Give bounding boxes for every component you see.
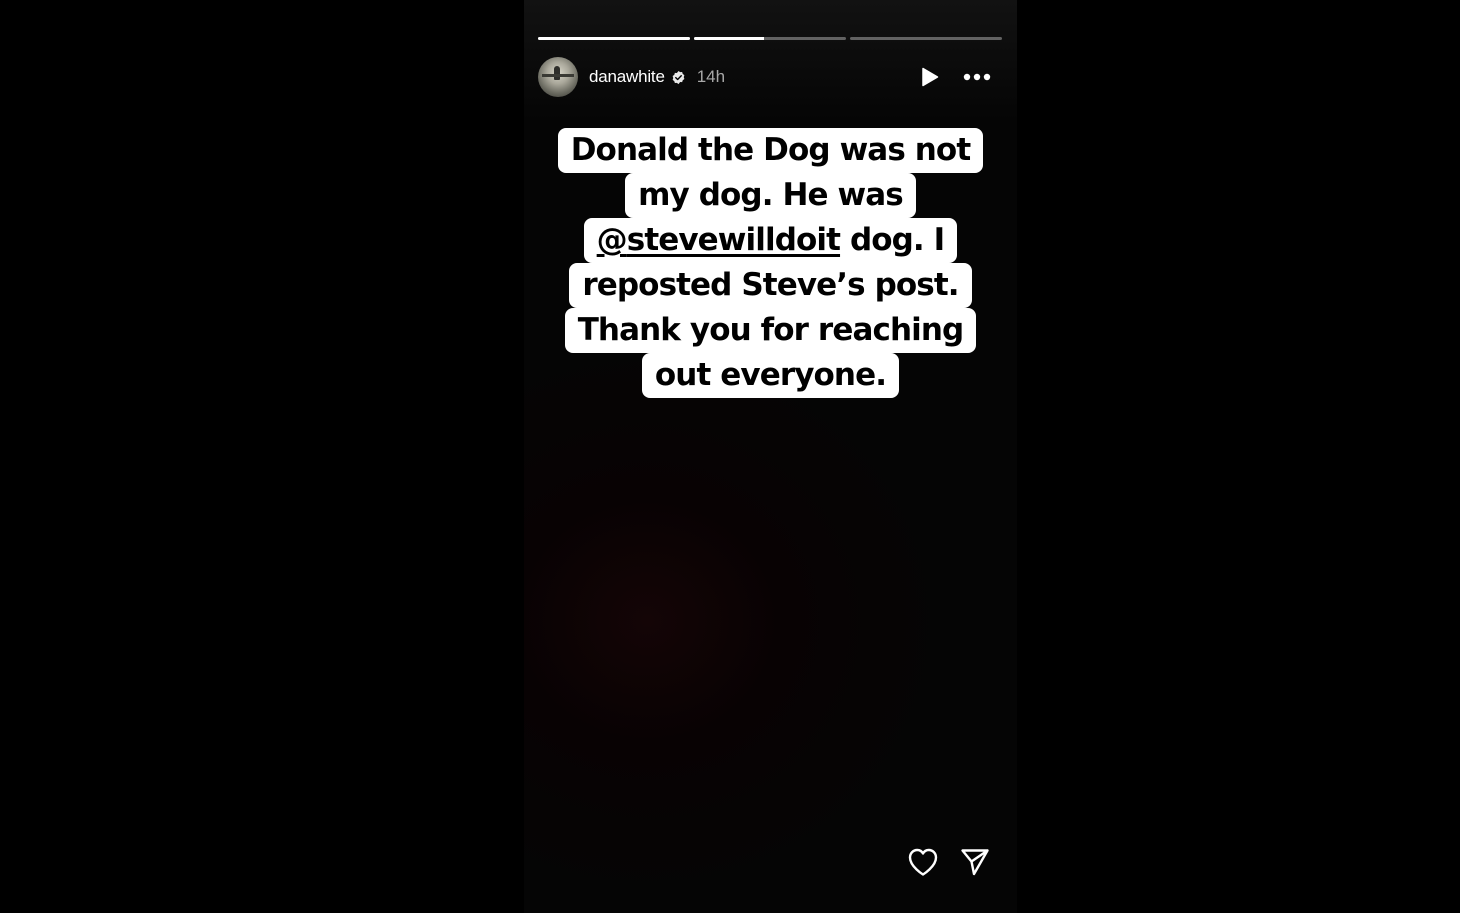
story-header: danawhite 14h <box>538 57 991 97</box>
story-progress-bar <box>538 37 1002 40</box>
progress-segment <box>850 37 1002 40</box>
progress-fill <box>538 37 690 40</box>
avatar-figure <box>554 66 560 80</box>
caption-line: my dog. He was <box>625 173 916 218</box>
verified-badge-icon <box>671 70 686 85</box>
play-icon[interactable] <box>920 67 940 87</box>
story-footer <box>907 846 991 878</box>
caption-line: Donald the Dog was not <box>557 128 984 173</box>
mention-line-suffix: dog. I <box>840 222 945 258</box>
mention-handle: stevewilldoit <box>626 222 841 258</box>
caption-line-mention: @stevewilldoit dog. I <box>583 218 958 263</box>
story-caption: Donald the Dog was not my dog. He was @s… <box>538 128 1003 398</box>
more-options-icon[interactable] <box>963 67 991 87</box>
threads-icon: @ <box>596 222 628 258</box>
caption-line: out everyone. <box>641 353 900 398</box>
post-time: 14h <box>696 67 726 86</box>
progress-segment <box>694 37 846 40</box>
progress-segment <box>538 37 690 40</box>
username[interactable]: danawhite <box>589 67 665 87</box>
send-icon[interactable] <box>959 846 991 878</box>
mention-link[interactable]: @stevewilldoit <box>596 222 841 258</box>
avatar[interactable] <box>538 57 578 97</box>
progress-fill <box>694 37 764 40</box>
caption-line: reposted Steve’s post. <box>569 263 972 308</box>
heart-icon[interactable] <box>907 846 939 878</box>
caption-line: Thank you for reaching <box>564 308 977 353</box>
story-viewer[interactable]: danawhite 14h Donald the Dog was not my … <box>524 0 1017 913</box>
